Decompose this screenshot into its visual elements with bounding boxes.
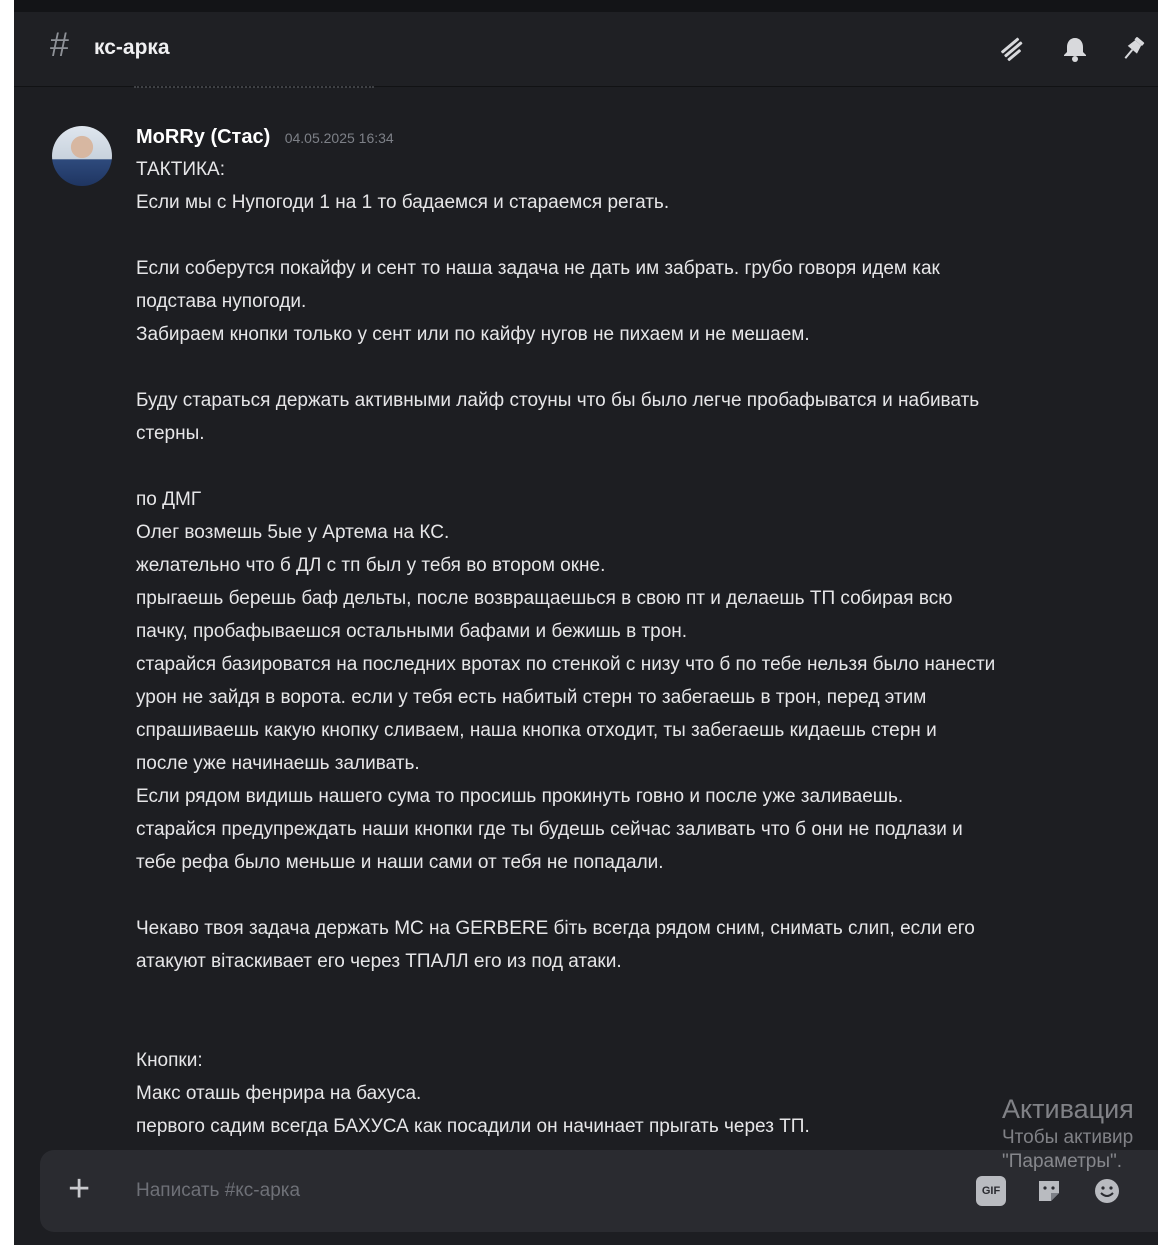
message-line: старайся предупреждать наши кнопки где т…	[136, 819, 963, 840]
message-line: стерны.	[136, 423, 205, 444]
watermark-title: Активация	[1002, 1094, 1134, 1124]
message-line: Если соберутся покайфу и сент то наша за…	[136, 258, 940, 279]
message-line: желательно что б ДЛ с тп был у тебя во в…	[136, 555, 606, 576]
message-line: Кнопки:	[136, 1050, 203, 1071]
sticker-icon[interactable]	[1034, 1176, 1064, 1206]
message-line: подстава нупогоди.	[136, 291, 307, 312]
message-body: ТАКТИКА: Если мы с Нупогоди 1 на 1 то бад…	[136, 153, 1146, 1143]
message-author[interactable]: MoRRy (Стас)	[136, 126, 270, 149]
message-composer: + Написать #кс-арка GIF	[40, 1150, 1158, 1232]
message-line: спрашиваешь какую кнопку сливаем, наша к…	[136, 720, 937, 741]
channel-name: кс-арка	[94, 36, 170, 59]
message-line	[136, 978, 1146, 1011]
avatar[interactable]	[52, 126, 112, 186]
message: MoRRy (Стас) 04.05.2025 16:34 ТАКТИКА: Ес…	[136, 126, 1146, 1143]
windows-activation-watermark: Активация Чтобы активир "Параметры".	[1002, 1094, 1134, 1173]
message-line: Если мы с Нупогоди 1 на 1 то бадаемся и …	[136, 192, 670, 213]
message-line	[136, 879, 1146, 912]
threads-icon[interactable]	[998, 34, 1028, 64]
message-line	[136, 219, 1146, 252]
message-line: пачку, пробафываешся остальными бафами и…	[136, 621, 688, 642]
message-input[interactable]: Написать #кс-арка	[136, 1180, 300, 1202]
message-line: первого садим всегда БАХУСА как посадили…	[136, 1116, 810, 1137]
bell-icon[interactable]	[1060, 34, 1090, 64]
message-line: Макс оташь фенрира на бахуса.	[136, 1083, 422, 1104]
message-line: Забираем кнопки только у сент или по кай…	[136, 324, 810, 345]
pin-icon[interactable]	[1118, 34, 1148, 64]
channel-header: # кс-арка	[14, 12, 1158, 87]
message-line: после уже начинаешь заливать.	[136, 753, 420, 774]
hash-icon: #	[50, 26, 69, 64]
previous-message-fragment	[134, 86, 374, 94]
message-line: прыгаешь берешь баф дельты, после возвра…	[136, 588, 953, 609]
message-line: урон не зайдя в ворота. если у тебя есть…	[136, 687, 927, 708]
message-line: по ДМГ	[136, 489, 202, 510]
message-line: Чекаво твоя задача держать МС на GERBERE…	[136, 918, 975, 939]
message-line: Если рядом видишь нашего сума то просишь…	[136, 786, 904, 807]
message-line: старайся базироватся на последних вротах…	[136, 654, 996, 675]
message-line	[136, 351, 1146, 384]
message-line: атакуют вітаскивает его через ТПАЛЛ его …	[136, 951, 622, 972]
message-line	[136, 1011, 1146, 1044]
message-line: тебе рефа было меньше и наши сами от теб…	[136, 852, 664, 873]
top-strip	[14, 0, 1158, 12]
message-line: ТАКТИКА:	[136, 159, 225, 180]
message-line: Олег возмешь 5ые у Артема на КС.	[136, 522, 450, 543]
watermark-line: "Параметры".	[1002, 1151, 1123, 1172]
plus-icon[interactable]: +	[68, 1168, 90, 1211]
emoji-icon[interactable]	[1092, 1176, 1122, 1206]
message-line	[136, 450, 1146, 483]
discord-window: # кс-арка MoRRy (Стас) 04.05.2025 16:34 …	[14, 0, 1158, 1245]
message-line: Буду стараться держать активными лайф ст…	[136, 390, 980, 411]
gif-icon[interactable]: GIF	[976, 1176, 1006, 1206]
watermark-line: Чтобы активир	[1002, 1127, 1134, 1148]
message-timestamp: 04.05.2025 16:34	[284, 130, 394, 146]
